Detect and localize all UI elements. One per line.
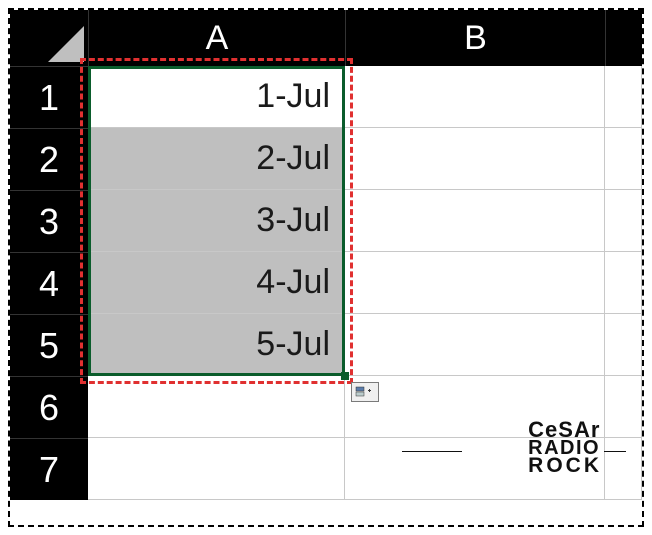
cell-A5[interactable]: 5-Jul [88, 314, 345, 376]
cell-C2[interactable] [605, 128, 642, 190]
row-header-7[interactable]: 7 [10, 438, 88, 500]
column-header-A[interactable]: A [88, 10, 345, 66]
cell-C5[interactable] [605, 314, 642, 376]
cell-A7[interactable] [88, 438, 345, 500]
fill-handle[interactable] [341, 372, 349, 380]
select-all-corner[interactable] [10, 10, 88, 66]
cell-C1[interactable] [605, 66, 642, 128]
cell-C6[interactable] [605, 376, 642, 438]
cell-C4[interactable] [605, 252, 642, 314]
cell-B1[interactable] [345, 66, 605, 128]
row-header-5[interactable]: 5 [10, 314, 88, 376]
cell-B5[interactable] [345, 314, 605, 376]
cell-B2[interactable] [345, 128, 605, 190]
cell-A6[interactable] [88, 376, 345, 438]
row-header-6[interactable]: 6 [10, 376, 88, 438]
watermark-rule-left [402, 451, 462, 452]
watermark-rule-right [604, 451, 626, 452]
cell-C3[interactable] [605, 190, 642, 252]
column-header-B[interactable]: B [345, 10, 605, 66]
autofill-options-button[interactable] [351, 382, 379, 402]
row-header-1[interactable]: 1 [10, 66, 88, 128]
cell-B3[interactable] [345, 190, 605, 252]
spreadsheet: A B 1 1-Jul 2 2-Jul 3 3-Jul 4 4-Jul 5 5-… [10, 10, 642, 525]
cell-A3[interactable]: 3-Jul [88, 190, 345, 252]
row-header-4[interactable]: 4 [10, 252, 88, 314]
cell-B6[interactable] [345, 376, 605, 438]
cell-A4[interactable]: 4-Jul [88, 252, 345, 314]
column-header-extra [605, 10, 642, 66]
cell-A2[interactable]: 2-Jul [88, 128, 345, 190]
grid: A B 1 1-Jul 2 2-Jul 3 3-Jul 4 4-Jul 5 5-… [10, 10, 642, 500]
cell-A1[interactable]: 1-Jul [88, 66, 345, 128]
row-header-3[interactable]: 3 [10, 190, 88, 252]
cell-B4[interactable] [345, 252, 605, 314]
cell-B7[interactable] [345, 438, 605, 500]
cell-C7[interactable] [605, 438, 642, 500]
row-header-2[interactable]: 2 [10, 128, 88, 190]
